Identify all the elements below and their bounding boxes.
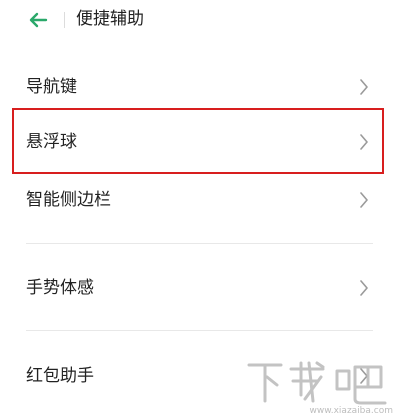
list-item-label: 手势体感	[26, 278, 94, 298]
list-item-navigation-keys[interactable]: 导航键	[0, 63, 399, 111]
chevron-right-icon	[360, 134, 368, 150]
top-bar: 便捷辅助	[0, 0, 399, 48]
section-divider	[26, 243, 373, 244]
chevron-right-icon	[360, 192, 368, 208]
back-arrow-icon	[29, 12, 48, 28]
chevron-right-icon	[360, 280, 368, 296]
list-item-label: 悬浮球	[26, 132, 77, 152]
list-item-label: 导航键	[26, 77, 77, 97]
section-divider	[26, 330, 373, 331]
list-item-red-packet-assistant[interactable]: 红包助手	[0, 352, 399, 400]
list-item-floating-ball[interactable]: 悬浮球	[0, 118, 399, 166]
settings-page: 便捷辅助 导航键 悬浮球 智能侧边栏 手势体感 红包助手 www.xiazaib…	[0, 0, 399, 417]
list-item-label: 红包助手	[26, 366, 94, 386]
title-divider	[64, 12, 65, 28]
list-item-gestures[interactable]: 手势体感	[0, 264, 399, 312]
back-button[interactable]	[26, 8, 50, 32]
chevron-right-icon	[360, 79, 368, 95]
list-item-label: 智能侧边栏	[26, 190, 111, 210]
svg-text:www.xiazaiba.com: www.xiazaiba.com	[309, 406, 393, 415]
chevron-right-icon	[360, 368, 368, 384]
list-item-smart-sidebar[interactable]: 智能侧边栏	[0, 176, 399, 224]
page-title: 便捷辅助	[76, 9, 144, 29]
